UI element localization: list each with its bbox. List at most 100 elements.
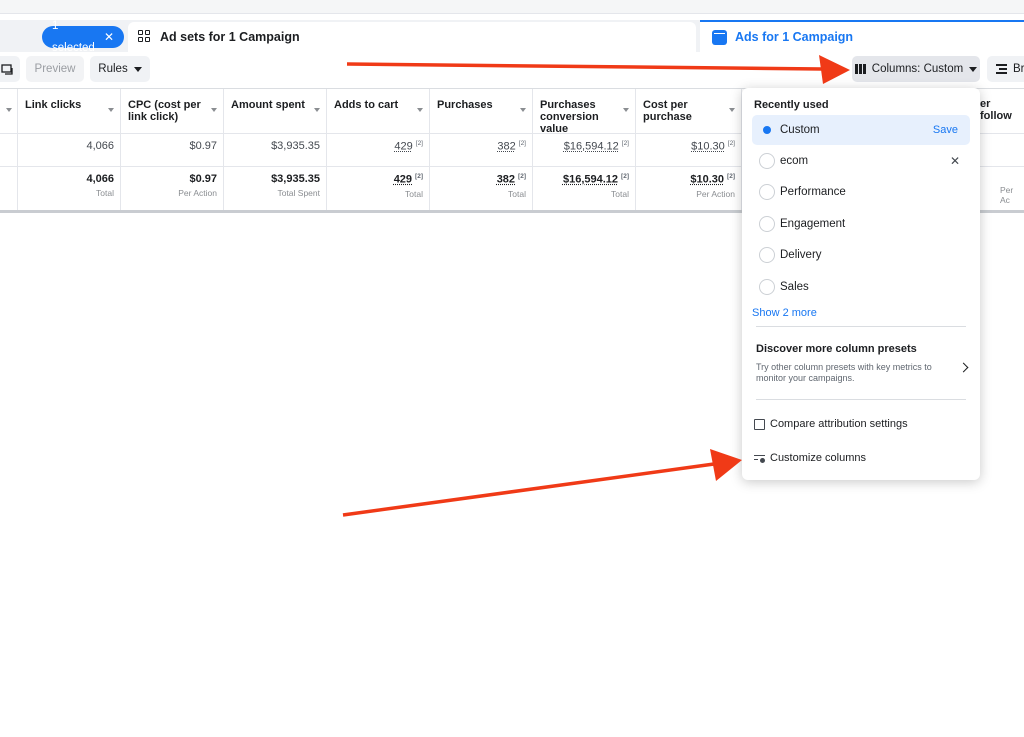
- discover-presets-title: Discover more column presets: [756, 343, 917, 355]
- footnote-mark: [2]: [727, 173, 735, 180]
- footnote-mark: [2]: [415, 140, 423, 147]
- compare-icon: [754, 418, 765, 430]
- right-column-partial: er follow Per Ac: [980, 88, 1024, 210]
- summary-value[interactable]: 382: [497, 174, 515, 186]
- preview-button[interactable]: Preview: [26, 56, 84, 82]
- duplicate-icon-button[interactable]: [0, 56, 20, 82]
- cell-cpc: $0.97: [121, 134, 224, 166]
- breakdown-button[interactable]: Bre: [987, 56, 1024, 82]
- column-header-amount-spent[interactable]: Amount spent: [224, 89, 327, 133]
- right-header-partial[interactable]: er follow: [980, 98, 1024, 122]
- summary-value[interactable]: $10.30: [690, 174, 724, 186]
- tab-ad-sets-label: Ad sets for 1 Campaign: [160, 30, 300, 44]
- columns-dropdown-menu: Recently used Custom Save ecom ✕ Perform…: [742, 88, 980, 480]
- summary-value[interactable]: $16,594.12: [563, 174, 618, 186]
- tab-ads-label: Ads for 1 Campaign: [735, 30, 854, 44]
- preset-option-delivery[interactable]: Delivery: [752, 240, 970, 270]
- preset-label: Custom: [780, 124, 820, 136]
- preset-option-ecom[interactable]: ecom ✕: [752, 146, 970, 176]
- sort-caret-icon[interactable]: [623, 108, 629, 112]
- campaigns-tab-partial[interactable]: 1 selected ✕: [0, 20, 124, 54]
- header-label: Purchases: [437, 99, 493, 111]
- column-header-cpc[interactable]: CPC (cost per link click): [121, 89, 224, 133]
- radio-icon: [759, 184, 775, 200]
- columns-button[interactable]: Columns: Custom: [852, 56, 980, 82]
- cell-purchases[interactable]: 382 [2]: [430, 134, 533, 166]
- radio-icon: [759, 216, 775, 232]
- chevron-down-icon: [133, 66, 142, 72]
- header-label: Adds to cart: [334, 99, 399, 111]
- summary-label: Total: [611, 188, 629, 199]
- compare-attribution-label: Compare attribution settings: [770, 418, 908, 430]
- divider: [756, 326, 966, 327]
- summary-label: Total: [508, 188, 526, 199]
- preset-label: Performance: [780, 186, 846, 198]
- preset-option-performance[interactable]: Performance: [752, 177, 970, 207]
- sort-caret-icon[interactable]: [108, 108, 114, 112]
- preset-option-custom[interactable]: Custom Save: [752, 115, 970, 145]
- summary-amount-spent: $3,935.35 Total Spent: [224, 167, 327, 210]
- divider: [756, 399, 966, 400]
- tab-ads[interactable]: Ads for 1 Campaign: [700, 20, 1024, 52]
- remove-preset-icon[interactable]: ✕: [950, 154, 960, 168]
- preset-label: Engagement: [780, 218, 846, 230]
- preset-label: ecom: [780, 155, 809, 167]
- radio-icon: [759, 247, 775, 263]
- column-header-partial[interactable]: [0, 89, 18, 133]
- cell-value: $16,594.12: [563, 140, 619, 153]
- column-header-cost-per-purchase[interactable]: Cost per purchase: [636, 89, 742, 133]
- summary-value: $3,935.35: [271, 173, 320, 185]
- clear-selection-icon[interactable]: ✕: [104, 26, 114, 48]
- header-label: Amount spent: [231, 99, 305, 111]
- recently-used-heading: Recently used: [754, 99, 829, 111]
- cell-adds-to-cart[interactable]: 429 [2]: [327, 134, 430, 166]
- sort-caret-icon[interactable]: [520, 108, 526, 112]
- footnote-mark: [2]: [415, 173, 423, 180]
- summary-value[interactable]: 429: [394, 174, 412, 186]
- header-label: CPC (cost per link click): [128, 99, 201, 123]
- summary-purchases: 382 [2] Total: [430, 167, 533, 210]
- columns-button-label: Columns: Custom: [871, 63, 964, 75]
- top-strip: [0, 0, 1024, 14]
- sort-caret-icon[interactable]: [211, 108, 217, 112]
- save-preset-button[interactable]: Save: [933, 124, 958, 136]
- tab-ad-sets[interactable]: Ad sets for 1 Campaign: [128, 22, 696, 52]
- selection-pill[interactable]: 1 selected ✕: [42, 20, 124, 54]
- footnote-mark: [2]: [518, 173, 526, 180]
- summary-label: Per Action: [178, 188, 217, 198]
- columns-icon: [854, 64, 866, 74]
- customize-columns-item[interactable]: Customize columns: [754, 452, 866, 464]
- compare-attribution-item[interactable]: Compare attribution settings: [754, 418, 908, 430]
- column-header-purchases[interactable]: Purchases: [430, 89, 533, 133]
- footnote-mark: [2]: [727, 140, 735, 147]
- sort-caret-icon[interactable]: [729, 108, 735, 112]
- footnote-mark: [2]: [621, 173, 629, 180]
- preset-option-sales[interactable]: Sales: [752, 272, 970, 302]
- show-more-link[interactable]: Show 2 more: [752, 307, 817, 319]
- footnote-mark: [2]: [621, 140, 629, 147]
- cell-value: $10.30: [691, 140, 725, 153]
- ad-sets-grid-icon: [138, 30, 152, 44]
- column-header-link-clicks[interactable]: Link clicks: [18, 89, 121, 133]
- ads-icon: [712, 29, 727, 45]
- summary-label: Total Spent: [277, 188, 320, 198]
- sort-caret-icon[interactable]: [314, 108, 320, 112]
- cell-value: 429: [394, 140, 413, 153]
- arrow-to-customize-line: [342, 462, 715, 517]
- preset-option-engagement[interactable]: Engagement: [752, 209, 970, 239]
- level-tab-bar: 1 selected ✕ Ad sets for 1 Campaign Ads …: [0, 20, 1024, 54]
- rules-button[interactable]: Rules: [90, 56, 150, 82]
- header-label: Cost per purchase: [643, 99, 692, 123]
- customize-columns-label: Customize columns: [770, 452, 866, 464]
- summary-cpc: $0.97 Per Action: [121, 167, 224, 210]
- cell-cost-per-purchase[interactable]: $10.30 [2]: [636, 134, 742, 166]
- column-header-purchases-value[interactable]: Purchases conversion value: [533, 89, 636, 135]
- summary-adds-to-cart: 429 [2] Total: [327, 167, 430, 210]
- preset-label: Delivery: [780, 249, 822, 261]
- cell-purchases-value[interactable]: $16,594.12 [2]: [533, 134, 636, 166]
- column-header-adds-to-cart[interactable]: Adds to cart: [327, 89, 430, 133]
- sort-caret-icon[interactable]: [417, 108, 423, 112]
- discover-presets-text: Try other column presets with key metric…: [756, 362, 932, 383]
- header-label: Link clicks: [25, 99, 82, 111]
- chevron-down-icon: [969, 66, 978, 72]
